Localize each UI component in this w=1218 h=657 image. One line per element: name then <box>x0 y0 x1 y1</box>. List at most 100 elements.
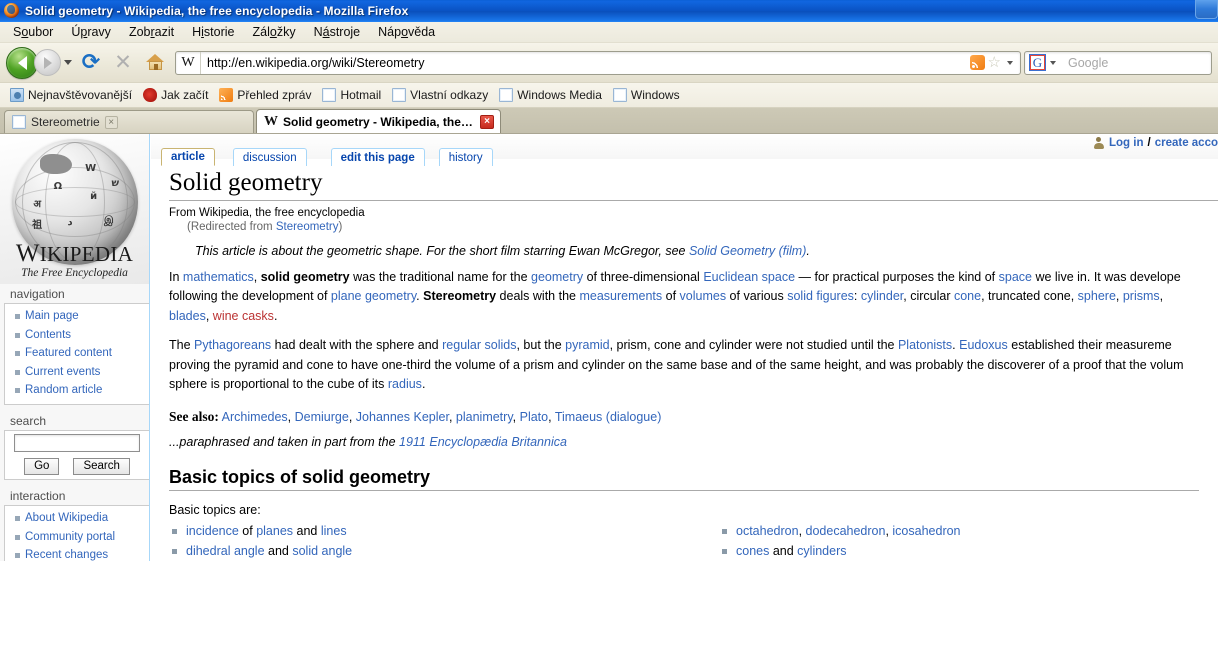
sidebar-item-main-page[interactable]: Main page <box>15 307 149 326</box>
link-wine-casks[interactable]: wine casks <box>213 309 274 323</box>
film-link[interactable]: Solid Geometry (film) <box>689 244 806 258</box>
link-regular-solids[interactable]: regular solids <box>442 338 516 352</box>
tab-close-icon[interactable]: × <box>104 115 118 129</box>
link-cylinder[interactable]: cylinder <box>861 289 903 303</box>
create-account-link[interactable]: create acco <box>1155 137 1218 149</box>
sidebar-link[interactable]: Current events <box>25 366 100 378</box>
menu-item-zobrazit[interactable]: Zobrazit <box>120 23 183 42</box>
link-volumes[interactable]: volumes <box>680 289 727 303</box>
see-also-link[interactable]: planimetry <box>456 410 513 424</box>
link-space[interactable]: space <box>999 270 1032 284</box>
search-engine-chevron-icon[interactable] <box>1050 60 1056 65</box>
link-pythagoreans[interactable]: Pythagoreans <box>194 338 271 352</box>
menu-item-zalozky[interactable]: Záložky <box>244 23 305 42</box>
address-bar[interactable]: W http://en.wikipedia.org/wiki/Stereomet… <box>175 50 1021 75</box>
menu-item-soubor[interactable]: Soubor <box>4 23 62 42</box>
search-input[interactable]: Google <box>1060 56 1108 70</box>
topic-link[interactable]: dodecahedron <box>806 524 886 538</box>
search-button[interactable]: Search <box>73 457 130 475</box>
link-blades[interactable]: blades <box>169 309 206 323</box>
reload-icon[interactable]: ⟳ <box>75 48 107 78</box>
bookmark-item[interactable]: Nejnavštěvovanější <box>6 87 139 103</box>
forward-arrow-icon[interactable] <box>34 49 61 76</box>
sidebar-link[interactable]: About Wikipedia <box>25 512 108 524</box>
history-dropdown-icon[interactable] <box>61 60 75 65</box>
star-icon[interactable]: ☆ <box>988 55 1001 70</box>
link-plane-geometry[interactable]: plane geometry <box>331 289 416 303</box>
link-mathematics[interactable]: mathematics <box>183 270 254 284</box>
redirect-link[interactable]: Stereometry <box>276 221 339 233</box>
sidebar-item-recent-changes[interactable]: Recent changes <box>15 546 149 561</box>
tab-edit-this-page[interactable]: edit this page <box>330 148 425 166</box>
topic-link[interactable]: dihedral angle <box>186 544 265 558</box>
bookmark-item[interactable]: Windows Media <box>495 87 609 103</box>
wiki-search-input[interactable] <box>14 433 140 452</box>
bookmark-item[interactable]: Hotmail <box>318 87 388 103</box>
britannica-link[interactable]: 1911 Encyclopædia Britannica <box>399 435 567 449</box>
link-eudoxus[interactable]: Eudoxus <box>959 338 1008 352</box>
browser-tab-solid-geometry[interactable]: W Solid geometry - Wikipedia, the f... × <box>256 109 501 133</box>
topic-link[interactable]: icosahedron <box>892 524 960 538</box>
sidebar-item-featured-content[interactable]: Featured content <box>15 344 149 363</box>
sidebar-link[interactable]: Contents <box>25 329 71 341</box>
bookmark-item[interactable]: Jak začít <box>139 87 215 103</box>
window-restore-button[interactable] <box>1195 0 1218 19</box>
browser-tab-stereometrie[interactable]: Stereometrie × <box>4 110 254 133</box>
link-euclidean-space[interactable]: Euclidean space <box>703 270 795 284</box>
tab-discussion[interactable]: discussion <box>232 148 307 166</box>
tab-close-icon[interactable]: × <box>480 114 494 129</box>
sidebar-link[interactable]: Recent changes <box>25 549 108 561</box>
link-geometry[interactable]: geometry <box>531 270 583 284</box>
tab-article[interactable]: article <box>161 148 215 166</box>
menu-item-upravy[interactable]: Úpravy <box>62 23 120 42</box>
topic-link[interactable]: solid angle <box>292 544 352 558</box>
sidebar-item-about-wikipedia[interactable]: About Wikipedia <box>15 509 149 528</box>
topic-link[interactable]: planes <box>256 524 293 538</box>
topic-link[interactable]: incidence <box>186 524 239 538</box>
link-radius[interactable]: radius <box>388 377 422 391</box>
see-also-link[interactable]: Plato <box>520 410 549 424</box>
url-input[interactable]: http://en.wikipedia.org/wiki/Stereometry <box>201 56 970 70</box>
tab-label[interactable]: history <box>449 152 483 164</box>
search-bar[interactable]: G Google <box>1024 50 1212 75</box>
wikipedia-logo[interactable]: W Ω й अ 祖 ש د இ WIKIPEDIA The Free Encyc… <box>0 134 149 284</box>
sidebar-item-random-article[interactable]: Random article <box>15 381 149 400</box>
link-prisms[interactable]: prisms <box>1123 289 1160 303</box>
topic-link[interactable]: cylinders <box>797 544 846 558</box>
topic-link[interactable]: octahedron <box>736 524 799 538</box>
window-controls[interactable] <box>1195 0 1218 22</box>
sidebar-item-current-events[interactable]: Current events <box>15 363 149 382</box>
menu-item-historie[interactable]: Historie <box>183 23 243 42</box>
home-icon[interactable] <box>139 48 171 78</box>
sidebar-link[interactable]: Featured content <box>25 347 112 359</box>
log-in-link[interactable]: Log in <box>1109 137 1144 149</box>
tab-label[interactable]: edit this page <box>341 152 415 164</box>
sidebar-link[interactable]: Random article <box>25 384 102 396</box>
menu-item-napoveda[interactable]: Nápověda <box>369 23 444 42</box>
sidebar-item-community-portal[interactable]: Community portal <box>15 528 149 547</box>
tab-label[interactable]: discussion <box>243 152 297 164</box>
link-sphere[interactable]: sphere <box>1078 289 1116 303</box>
see-also-link[interactable]: Johannes Kepler <box>356 410 449 424</box>
menu-item-nastroje[interactable]: Nástroje <box>305 23 370 42</box>
topic-link[interactable]: cones <box>736 544 769 558</box>
see-also-link[interactable]: Archimedes <box>222 410 288 424</box>
sidebar-link[interactable]: Main page <box>25 310 79 322</box>
bookmark-item[interactable]: Windows <box>609 87 687 103</box>
link-measurements[interactable]: measurements <box>579 289 662 303</box>
stop-icon[interactable]: ✕ <box>107 48 139 78</box>
see-also-link[interactable]: Demiurge <box>295 410 349 424</box>
bookmark-item[interactable]: Přehled zpráv <box>215 87 318 103</box>
google-icon[interactable]: G <box>1029 54 1046 71</box>
bookmark-item[interactable]: Vlastní odkazy <box>388 87 495 103</box>
sidebar-item-contents[interactable]: Contents <box>15 326 149 345</box>
chevron-down-icon[interactable] <box>1007 60 1013 65</box>
sidebar-link[interactable]: Community portal <box>25 531 115 543</box>
link-solid-figures[interactable]: solid figures <box>787 289 854 303</box>
see-also-link[interactable]: Timaeus (dialogue) <box>555 410 662 424</box>
rss-icon[interactable] <box>969 55 985 70</box>
topic-link[interactable]: lines <box>321 524 347 538</box>
tab-history[interactable]: history <box>438 148 493 166</box>
go-button[interactable]: Go <box>24 457 60 475</box>
link-cone[interactable]: cone <box>954 289 981 303</box>
